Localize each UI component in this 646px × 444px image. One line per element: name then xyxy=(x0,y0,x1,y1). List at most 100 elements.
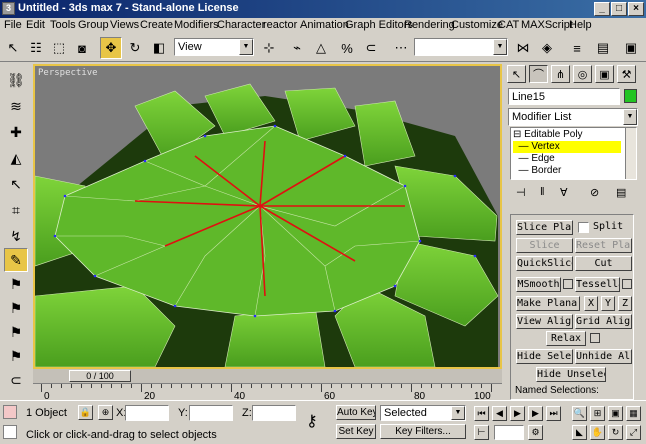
menu-cat[interactable]: CAT xyxy=(498,19,519,31)
zoom-extents-all-icon[interactable]: ▦ xyxy=(626,406,641,421)
configure-sets-icon[interactable]: ▤ xyxy=(616,186,626,199)
mirror-icon[interactable]: ⋈ xyxy=(512,37,534,59)
key-mode-combo[interactable]: Selected ▼ xyxy=(380,405,466,421)
menu-maxscript[interactable]: MAXScript xyxy=(521,19,573,31)
menu-file[interactable]: File xyxy=(4,19,22,31)
named-selection-combo[interactable]: ▼ xyxy=(414,38,508,56)
maxscript-listener-icon[interactable] xyxy=(3,405,17,419)
remove-modifier-icon[interactable]: ⊘ xyxy=(590,186,599,199)
menu-rendering[interactable]: Rendering xyxy=(404,19,455,31)
zoom-icon[interactable]: 🔍 xyxy=(572,406,587,421)
scale-icon[interactable]: ◧ xyxy=(148,37,170,59)
menu-help[interactable]: Help xyxy=(569,19,592,31)
flag-icon[interactable]: ⚑ xyxy=(4,272,28,296)
modify-tab-icon[interactable]: ⌒ xyxy=(529,65,548,83)
hierarchy-tab-icon[interactable]: ⋔ xyxy=(551,65,570,83)
menu-reactor[interactable]: reactor xyxy=(263,19,297,31)
maxscript-mini-icon[interactable] xyxy=(3,425,17,439)
slice-plane-button[interactable]: Slice Plane xyxy=(516,220,573,235)
reference-coord-combo[interactable]: View ▼ xyxy=(174,38,254,56)
x-coord-field[interactable] xyxy=(125,405,169,421)
menu-character[interactable]: Character xyxy=(217,19,265,31)
slice-button[interactable]: Slice xyxy=(516,238,573,253)
magnet-icon[interactable]: ⊂ xyxy=(4,368,28,392)
reset-plane-button[interactable]: Reset Plane xyxy=(575,238,632,253)
menu-create[interactable]: Create xyxy=(140,19,173,31)
move-icon[interactable]: ✥ xyxy=(100,37,122,59)
planar-x-button[interactable]: X xyxy=(584,296,598,311)
flag-icon-2[interactable]: ⚑ xyxy=(4,296,28,320)
menu-views[interactable]: Views xyxy=(110,19,139,31)
stack-scrollbar[interactable] xyxy=(625,128,636,179)
set-key-button[interactable]: Set Key xyxy=(336,424,376,439)
select-by-name-icon[interactable]: ☷ xyxy=(25,37,47,59)
maximize-button[interactable]: □ xyxy=(611,2,627,16)
view-align-button[interactable]: View Align xyxy=(516,314,573,329)
display-tab-icon[interactable]: ▣ xyxy=(595,65,614,83)
quickslice-button[interactable]: QuickSlice xyxy=(516,256,573,271)
menu-group[interactable]: Group xyxy=(78,19,109,31)
tessellate-settings-icon[interactable] xyxy=(622,279,632,289)
rotate-icon[interactable]: ↻ xyxy=(124,37,146,59)
align-icon[interactable]: ◈ xyxy=(536,37,558,59)
hide-selected-button[interactable]: Hide Selected xyxy=(516,349,573,364)
zoom-all-icon[interactable]: ⊞ xyxy=(590,406,605,421)
bind-icon[interactable]: ◭ xyxy=(4,146,28,170)
link-icon[interactable]: ⛓ xyxy=(4,68,28,92)
planar-z-button[interactable]: Z xyxy=(618,296,632,311)
paint-icon[interactable]: ✎ xyxy=(4,248,28,272)
next-frame-icon[interactable]: ▶ xyxy=(528,406,543,421)
snap-icon[interactable]: ⌁ xyxy=(286,37,308,59)
utilities-tab-icon[interactable]: ⚒ xyxy=(617,65,636,83)
absolute-mode-icon[interactable]: ⊕ xyxy=(98,405,113,420)
relax-button[interactable]: Relax xyxy=(546,331,586,346)
key-filters-button[interactable]: Key Filters... xyxy=(380,424,466,439)
grid-align-button[interactable]: Grid Align xyxy=(575,314,632,329)
time-config-icon[interactable]: ⚙ xyxy=(528,425,543,440)
hierarchy-icon[interactable]: ⌗ xyxy=(4,198,28,222)
pan-icon[interactable]: ✋ xyxy=(590,425,605,440)
menu-tools[interactable]: Tools xyxy=(50,19,76,31)
msmooth-button[interactable]: MSmooth xyxy=(516,277,561,292)
auto-key-button[interactable]: Auto Key xyxy=(336,405,376,420)
key-icon[interactable]: ⚷ xyxy=(306,411,318,431)
hide-unselected-button[interactable]: Hide Unselected xyxy=(536,367,606,382)
motion-tab-icon[interactable]: ◎ xyxy=(573,65,592,83)
relax-settings-icon[interactable] xyxy=(590,333,600,343)
window-crossing-icon[interactable]: ◙ xyxy=(71,37,93,59)
z-coord-field[interactable] xyxy=(252,405,296,421)
time-slider[interactable]: 0 / 100 xyxy=(69,370,131,382)
unhide-all-button[interactable]: Unhide All xyxy=(575,349,632,364)
msmooth-settings-icon[interactable] xyxy=(563,279,573,289)
named-sel-icon[interactable]: ⋯ xyxy=(390,37,412,59)
select-icon[interactable]: ↖ xyxy=(2,37,24,59)
flag-icon-4[interactable]: ⚑ xyxy=(4,344,28,368)
split-checkbox[interactable] xyxy=(578,222,589,233)
modifier-list-combo[interactable]: Modifier List ▼ xyxy=(508,108,638,126)
unlink-icon[interactable]: ≋ xyxy=(4,94,28,118)
pivot-icon[interactable]: ⊹ xyxy=(258,37,280,59)
angle-snap-icon[interactable]: △ xyxy=(310,37,332,59)
show-end-result-icon[interactable]: ‖ xyxy=(540,186,545,198)
spinner-snap-icon[interactable]: ⊂ xyxy=(360,37,382,59)
percent-snap-icon[interactable]: % xyxy=(336,37,358,59)
rect-select-icon[interactable]: ⬚ xyxy=(48,37,70,59)
arc-rotate-icon[interactable]: ↻ xyxy=(608,425,623,440)
cut-button[interactable]: Cut xyxy=(575,256,632,271)
maximize-viewport-icon[interactable]: ⤢ xyxy=(626,425,641,440)
schematic-icon[interactable]: ▣ xyxy=(620,37,642,59)
current-frame-field[interactable] xyxy=(494,425,524,440)
make-unique-icon[interactable]: ∀ xyxy=(560,186,568,199)
menu-edit[interactable]: Edit xyxy=(26,19,45,31)
go-to-start-icon[interactable]: ⏮ xyxy=(474,406,489,421)
curve-editor-icon[interactable]: ▤ xyxy=(592,37,614,59)
menu-graph-editors[interactable]: Graph Editors xyxy=(345,19,413,31)
play-icon[interactable]: ▶ xyxy=(510,406,525,421)
previous-frame-icon[interactable]: ◀ xyxy=(492,406,507,421)
stack-item-vertex[interactable]: — Vertex xyxy=(513,141,621,153)
create-tab-icon[interactable]: ↖ xyxy=(507,65,526,83)
flag-icon-3[interactable]: ⚑ xyxy=(4,320,28,344)
stack-item-edge[interactable]: — Edge xyxy=(513,153,555,165)
object-name-field[interactable]: Line15 xyxy=(508,88,620,105)
object-color-swatch[interactable] xyxy=(624,89,637,103)
